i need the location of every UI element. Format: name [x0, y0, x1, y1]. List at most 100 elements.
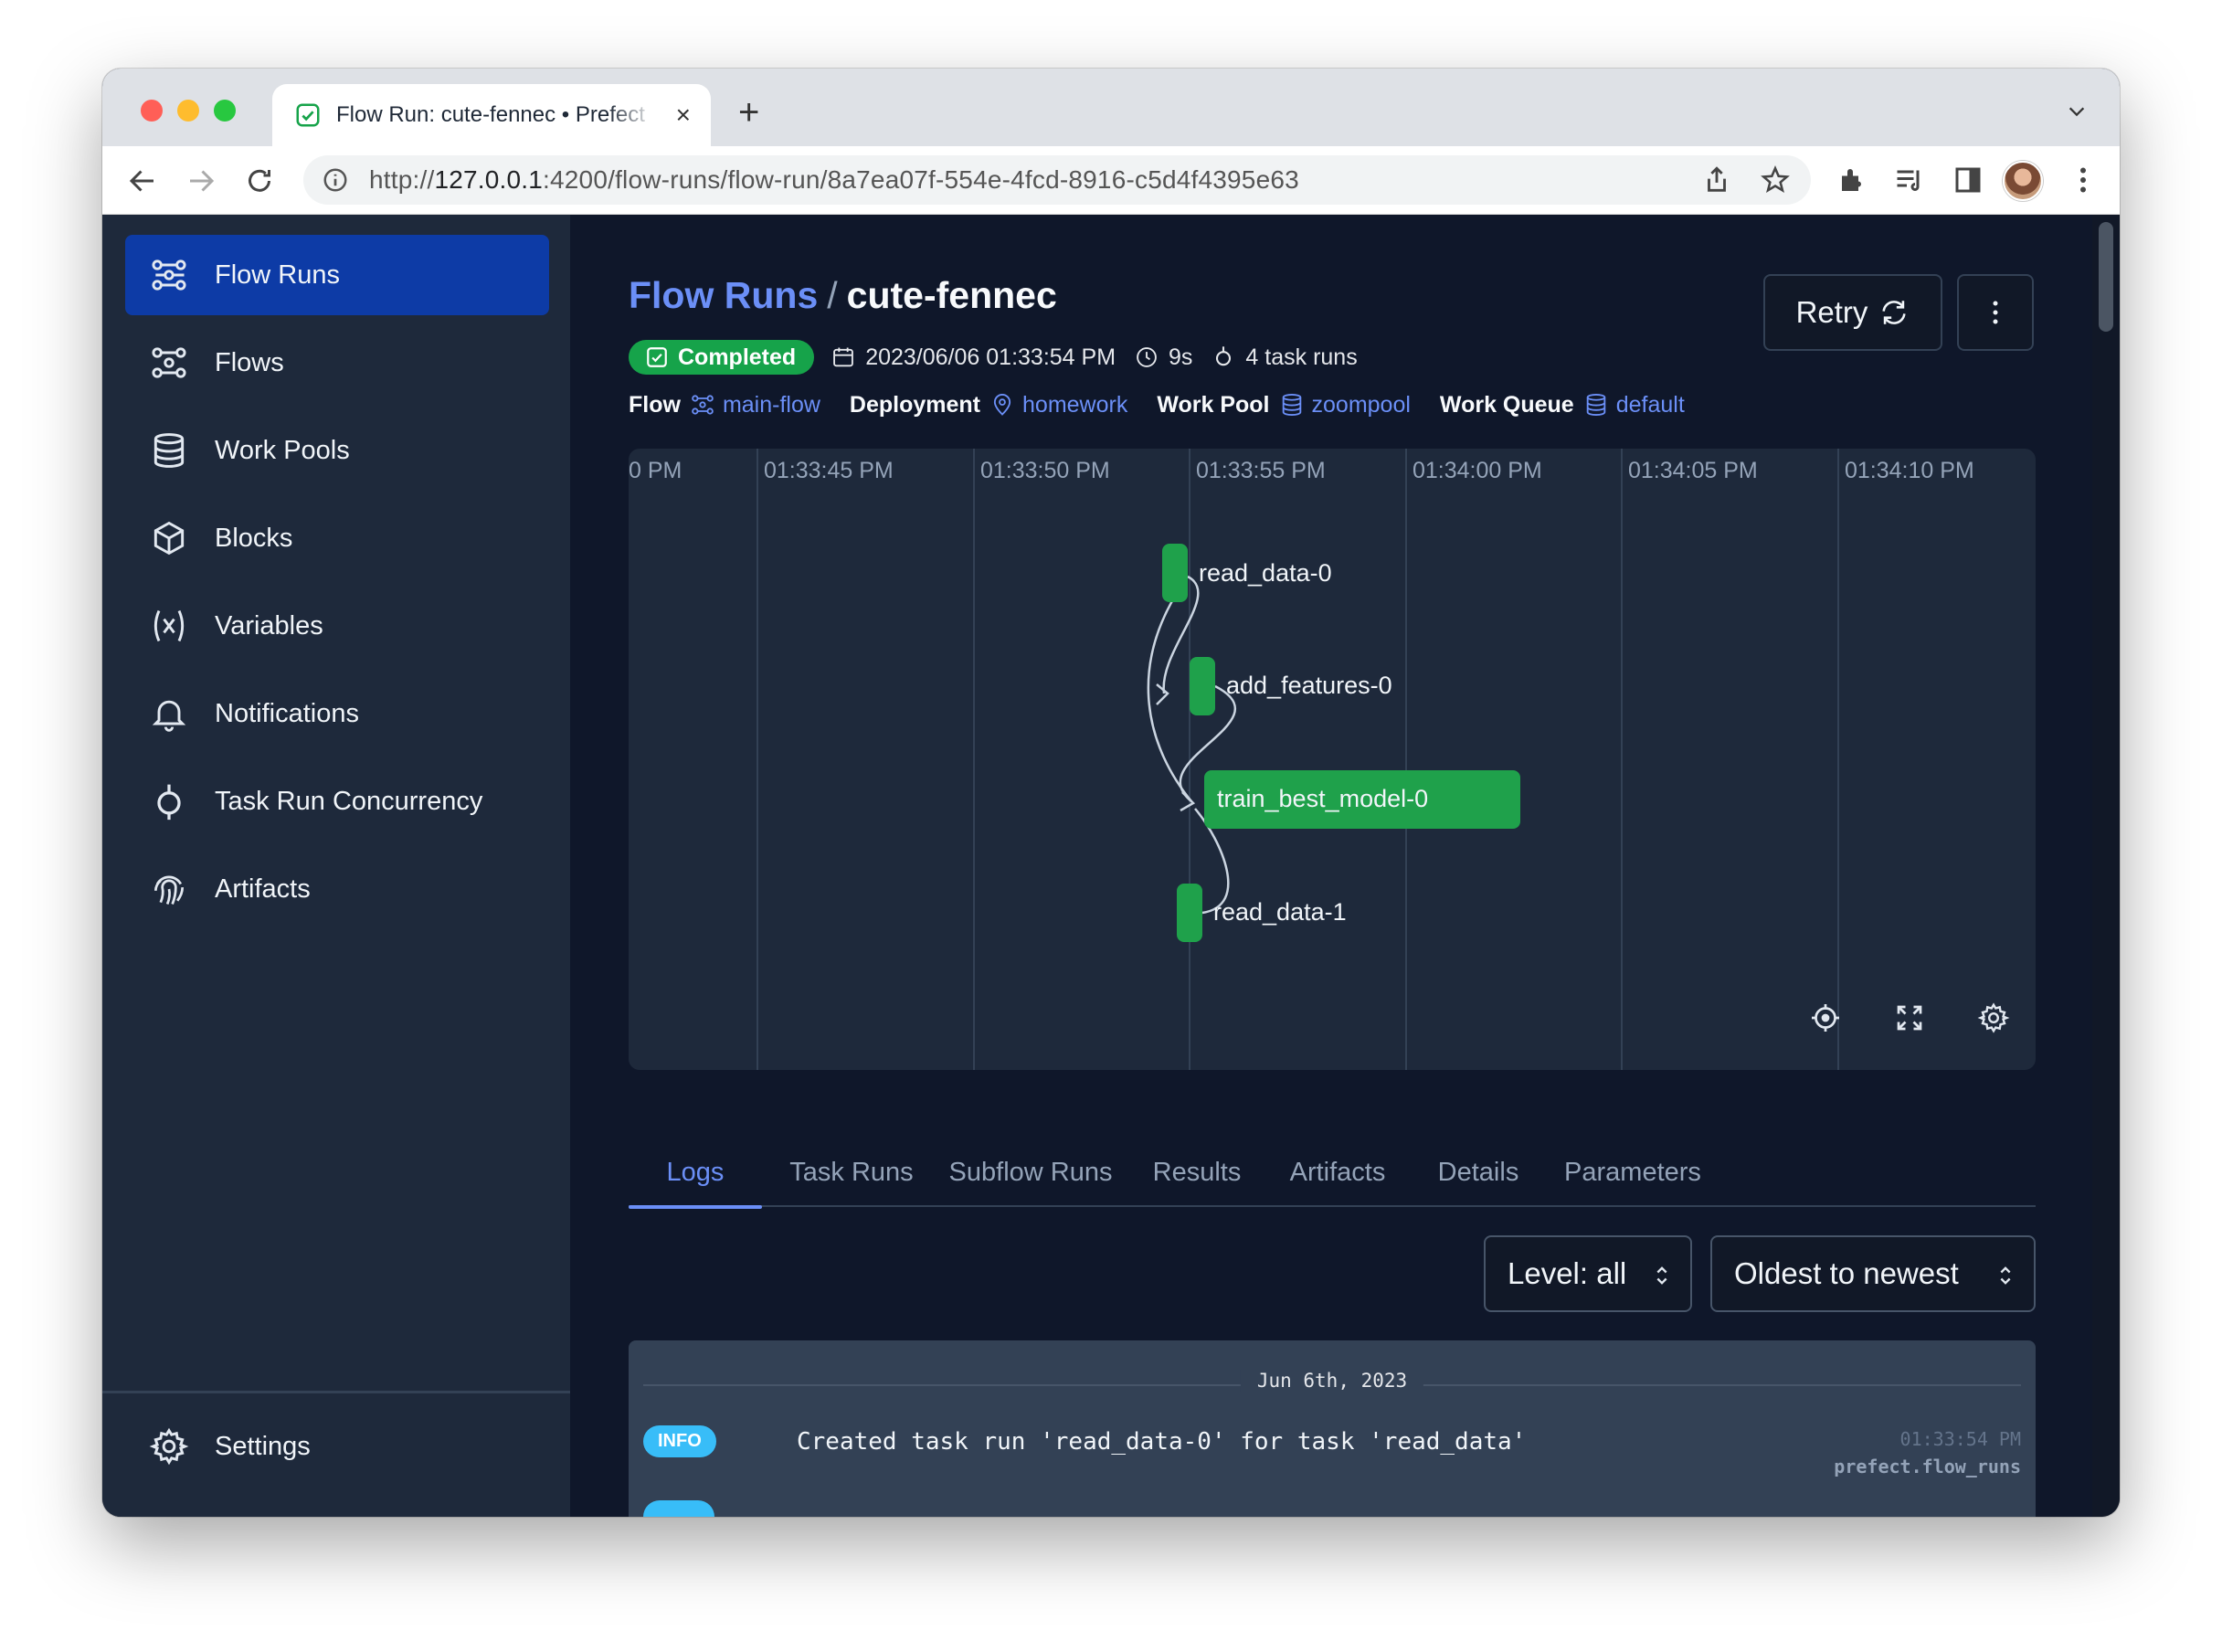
back-arrow-icon[interactable] [126, 164, 159, 197]
browser-window: Flow Run: cute-fennec • Prefect × + http… [102, 69, 2120, 1517]
flow-run-meta: Completed 2023/06/06 01:33:54 PM 9s 4 ta… [629, 337, 1376, 377]
sidebar-item-label: Notifications [215, 698, 359, 728]
new-tab-button[interactable]: + [738, 94, 759, 131]
sidebar-item-label: Variables [215, 610, 323, 641]
browser-tab[interactable]: Flow Run: cute-fennec • Prefect × [272, 84, 711, 146]
recenter-icon[interactable] [1809, 1001, 1842, 1034]
sidebar-item-label: Task Run Concurrency [215, 786, 483, 816]
flow-run-timeline[interactable]: 0 PM 01:33:45 PM 01:33:50 PM 01:33:55 PM… [629, 449, 2036, 1070]
sidebar-item-artifacts[interactable]: Artifacts [125, 849, 549, 929]
reload-icon[interactable] [243, 164, 276, 197]
tab-details[interactable]: Details [1423, 1138, 1533, 1207]
status-badge: Completed [629, 340, 815, 375]
tab-subflow-runs[interactable]: Subflow Runs [941, 1138, 1120, 1207]
page-title: cute-fennec [846, 274, 1057, 316]
log-level-select[interactable]: Level: all [1484, 1235, 1692, 1312]
prefect-app: Flow Runs Flows Work Pools Blocks Variab… [102, 215, 2120, 1517]
sidebar-divider [102, 1391, 570, 1393]
work-pool-link[interactable]: zoompool [1279, 392, 1411, 418]
work-pool-label: Work Pool [1157, 391, 1270, 418]
gear-icon[interactable] [1977, 1001, 2010, 1034]
close-window-button[interactable] [141, 100, 163, 122]
tab-results[interactable]: Results [1142, 1138, 1252, 1207]
database-icon [1282, 393, 1301, 417]
deployment-link[interactable]: homework [989, 392, 1127, 418]
flow-run-tabs: Logs Task Runs Subflow Runs Results Arti… [629, 1138, 2036, 1209]
tab-artifacts[interactable]: Artifacts [1274, 1138, 1402, 1207]
sidebar-item-variables[interactable]: Variables [125, 586, 549, 666]
media-queue-icon[interactable] [1893, 164, 1926, 196]
flow-runs-icon [152, 259, 186, 291]
fullscreen-icon[interactable] [1893, 1001, 1926, 1034]
scrollbar[interactable] [2092, 215, 2120, 1517]
bell-icon [152, 700, 186, 732]
side-panel-icon[interactable] [1952, 164, 1984, 196]
extensions-icon[interactable] [1836, 164, 1869, 196]
flow-link[interactable]: main-flow [690, 392, 820, 418]
address-bar[interactable]: http://127.0.0.1:4200/flow-runs/flow-run… [303, 155, 1811, 205]
tab-task-runs[interactable]: Task Runs [778, 1138, 925, 1207]
logs-panel: Jun 6th, 2023 INFO Created task run 'rea… [629, 1340, 2036, 1517]
task-node-train-best-model-0[interactable]: train_best_model-0 [1204, 770, 1520, 829]
tab-title: Flow Run: cute-fennec • Prefect [336, 102, 645, 127]
chevron-up-down-icon [1656, 1266, 1667, 1285]
refresh-icon [1882, 301, 1907, 324]
log-message: Created task run 'read_data-0' for task … [797, 1428, 1527, 1456]
work-queue-label: Work Queue [1439, 391, 1574, 418]
profile-avatar[interactable] [2003, 161, 2043, 201]
sidebar-item-blocks[interactable]: Blocks [125, 498, 549, 578]
flow-label: Flow [629, 391, 681, 418]
sidebar-item-task-run-concurrency[interactable]: Task Run Concurrency [125, 761, 549, 842]
scrollbar-thumb[interactable] [2099, 222, 2113, 332]
browser-toolbar: http://127.0.0.1:4200/flow-runs/flow-run… [102, 146, 2120, 215]
sidebar-item-flows[interactable]: Flows [125, 323, 549, 403]
close-tab-icon[interactable]: × [676, 102, 691, 128]
duration: 9s [1134, 344, 1192, 371]
concurrency-icon [157, 784, 181, 821]
log-level-badge [643, 1500, 714, 1517]
tab-parameters[interactable]: Parameters [1555, 1138, 1710, 1207]
task-node-read-data-0[interactable] [1162, 544, 1188, 602]
cube-icon [153, 521, 185, 556]
task-node-label: train_best_model-0 [1217, 785, 1429, 812]
tab-strip: Flow Run: cute-fennec • Prefect × + [102, 69, 2120, 146]
completed-check-icon [296, 103, 320, 127]
task-node-label: read_data-0 [1199, 559, 1332, 587]
info-icon[interactable] [322, 166, 349, 194]
retry-button[interactable]: Retry [1763, 274, 1942, 351]
maximize-window-button[interactable] [214, 100, 236, 122]
fingerprint-icon [153, 875, 185, 905]
sidebar-item-notifications[interactable]: Notifications [125, 673, 549, 754]
more-options-button[interactable] [1957, 274, 2034, 351]
minimize-window-button[interactable] [177, 100, 199, 122]
sidebar-item-label: Artifacts [215, 874, 311, 904]
sidebar-item-work-pools[interactable]: Work Pools [125, 410, 549, 491]
log-logger-name: prefect.flow_runs [1834, 1456, 2021, 1477]
chevron-down-icon[interactable] [2067, 101, 2087, 122]
task-run-icon [1216, 346, 1232, 366]
clock-icon [1137, 347, 1157, 367]
chevron-up-down-icon [2000, 1266, 2011, 1285]
log-level-badge: INFO [643, 1425, 716, 1457]
sidebar-item-label: Flow Runs [215, 259, 340, 290]
check-square-icon [647, 347, 667, 367]
forward-arrow-icon[interactable] [185, 164, 217, 197]
star-icon[interactable] [1760, 164, 1791, 196]
kebab-menu-icon [1993, 301, 1998, 324]
task-node-label: add_features-0 [1226, 672, 1392, 699]
task-node-read-data-1[interactable] [1177, 884, 1202, 942]
task-node-add-features-0[interactable] [1190, 657, 1215, 715]
log-date: Jun 6th, 2023 [1240, 1370, 1424, 1392]
sidebar-item-settings[interactable]: Settings [125, 1406, 549, 1487]
sidebar-item-flow-runs[interactable]: Flow Runs [125, 235, 549, 315]
sidebar-item-label: Blocks [215, 523, 293, 553]
share-icon[interactable] [1701, 164, 1732, 196]
task-node-label: read_data-1 [1213, 898, 1347, 926]
browser-menu-icon[interactable] [2067, 164, 2100, 196]
log-sort-select[interactable]: Oldest to newest [1710, 1235, 2036, 1312]
flows-icon [152, 347, 186, 378]
breadcrumb-flow-runs-link[interactable]: Flow Runs [629, 274, 818, 316]
work-queue-link[interactable]: default [1583, 392, 1685, 418]
database-icon [153, 433, 185, 468]
tab-logs[interactable]: Logs [629, 1138, 762, 1209]
